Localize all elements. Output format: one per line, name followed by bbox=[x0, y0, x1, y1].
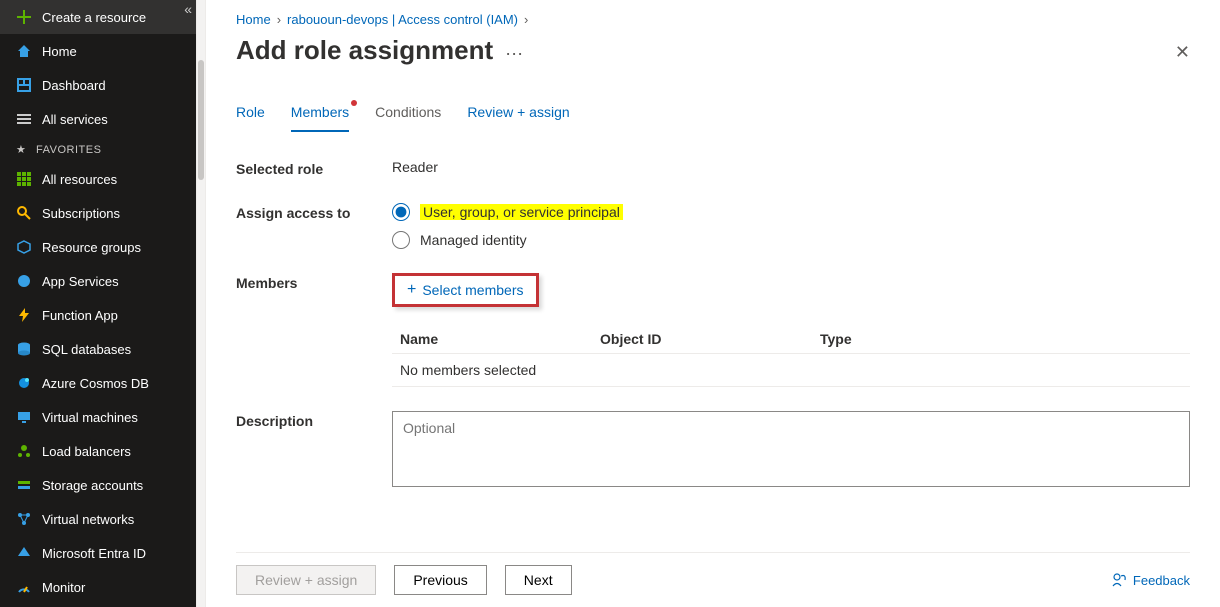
nav-label: Resource groups bbox=[42, 240, 141, 255]
lightning-icon bbox=[16, 307, 32, 323]
col-type: Type bbox=[820, 331, 980, 347]
nav-label: Function App bbox=[42, 308, 118, 323]
nav-function-app[interactable]: Function App bbox=[0, 298, 196, 332]
nav-label: Dashboard bbox=[42, 78, 106, 93]
scrollbar-gutter[interactable] bbox=[196, 0, 206, 607]
nav-storage-accounts[interactable]: Storage accounts bbox=[0, 468, 196, 502]
empty-row: No members selected bbox=[392, 353, 1190, 387]
nav-label: Monitor bbox=[42, 580, 85, 595]
previous-button[interactable]: Previous bbox=[394, 565, 486, 595]
star-icon: ★ bbox=[16, 143, 26, 156]
select-members-button[interactable]: + Select members bbox=[392, 273, 539, 307]
nav-label: App Services bbox=[42, 274, 119, 289]
more-actions-icon[interactable]: ⋯ bbox=[505, 44, 524, 65]
review-assign-button: Review + assign bbox=[236, 565, 376, 595]
nav-label: Microsoft Entra ID bbox=[42, 546, 146, 561]
selected-role-label: Selected role bbox=[236, 159, 392, 177]
assign-access-label: Assign access to bbox=[236, 203, 392, 259]
page-title: Add role assignment bbox=[236, 35, 493, 66]
nav-label: Azure Cosmos DB bbox=[42, 376, 149, 391]
network-icon bbox=[16, 511, 32, 527]
nav-label: Storage accounts bbox=[42, 478, 143, 493]
nav-all-resources[interactable]: All resources bbox=[0, 162, 196, 196]
members-label: Members bbox=[236, 273, 392, 387]
cosmos-icon bbox=[16, 375, 32, 391]
breadcrumb-home[interactable]: Home bbox=[236, 12, 271, 27]
plus-icon: + bbox=[407, 283, 416, 297]
nav-subscriptions[interactable]: Subscriptions bbox=[0, 196, 196, 230]
breadcrumb-item[interactable]: rabououn-devops | Access control (IAM) bbox=[287, 12, 518, 27]
nav-label: Home bbox=[42, 44, 77, 59]
radio-managed-identity[interactable]: Managed identity bbox=[392, 231, 1190, 249]
nav-dashboard[interactable]: Dashboard bbox=[0, 68, 196, 102]
footer: Review + assign Previous Next Feedback bbox=[236, 552, 1190, 595]
gauge-icon bbox=[16, 579, 32, 595]
grid-icon bbox=[16, 171, 32, 187]
radio-user-group-sp[interactable]: User, group, or service principal bbox=[392, 203, 1190, 221]
selected-role-value: Reader bbox=[392, 159, 1190, 177]
monitor-icon bbox=[16, 409, 32, 425]
sidebar: « Create a resource Home Dashboard All s… bbox=[0, 0, 196, 607]
close-icon[interactable]: ✕ bbox=[1175, 42, 1190, 63]
nav-label: Subscriptions bbox=[42, 206, 120, 221]
next-button[interactable]: Next bbox=[505, 565, 572, 595]
favorites-header: ★ FAVORITES bbox=[0, 136, 196, 162]
tab-conditions[interactable]: Conditions bbox=[375, 100, 441, 132]
nav-label: SQL databases bbox=[42, 342, 131, 357]
key-icon bbox=[16, 205, 32, 221]
nav-home[interactable]: Home bbox=[0, 34, 196, 68]
collapse-sidebar-icon[interactable]: « bbox=[184, 1, 192, 17]
col-object-id: Object ID bbox=[600, 331, 820, 347]
main-content: Home › rabououn-devops | Access control … bbox=[206, 0, 1220, 607]
nav-label: All services bbox=[42, 112, 108, 127]
storage-icon bbox=[16, 477, 32, 493]
chevron-right-icon: › bbox=[524, 12, 528, 27]
tabs: Role Members Conditions Review + assign bbox=[236, 100, 1190, 133]
dashboard-icon bbox=[16, 77, 32, 93]
home-icon bbox=[16, 43, 32, 59]
nav-label: Virtual networks bbox=[42, 512, 134, 527]
nav-load-balancers[interactable]: Load balancers bbox=[0, 434, 196, 468]
tab-members[interactable]: Members bbox=[291, 100, 349, 132]
entra-icon bbox=[16, 545, 32, 561]
col-name: Name bbox=[400, 331, 600, 347]
chevron-right-icon: › bbox=[277, 12, 281, 27]
loadbalancer-icon bbox=[16, 443, 32, 459]
radio-label: Managed identity bbox=[420, 232, 527, 248]
nav-monitor[interactable]: Monitor bbox=[0, 570, 196, 604]
nav-app-services[interactable]: App Services bbox=[0, 264, 196, 298]
nav-cosmos-db[interactable]: Azure Cosmos DB bbox=[0, 366, 196, 400]
nav-resource-groups[interactable]: Resource groups bbox=[0, 230, 196, 264]
radio-input[interactable] bbox=[392, 231, 410, 249]
nav-virtual-machines[interactable]: Virtual machines bbox=[0, 400, 196, 434]
description-label: Description bbox=[236, 411, 392, 490]
person-icon bbox=[1111, 572, 1127, 588]
radio-label: User, group, or service principal bbox=[420, 204, 623, 220]
nav-label: Load balancers bbox=[42, 444, 131, 459]
nav-create-resource[interactable]: Create a resource bbox=[0, 0, 196, 34]
members-table: Name Object ID Type No members selected bbox=[392, 325, 1190, 387]
tab-role[interactable]: Role bbox=[236, 100, 265, 132]
cube-icon bbox=[16, 239, 32, 255]
nav-sql-databases[interactable]: SQL databases bbox=[0, 332, 196, 366]
nav-label: All resources bbox=[42, 172, 117, 187]
list-icon bbox=[16, 111, 32, 127]
globe-icon bbox=[16, 273, 32, 289]
database-icon bbox=[16, 341, 32, 357]
nav-virtual-networks[interactable]: Virtual networks bbox=[0, 502, 196, 536]
tab-review-assign[interactable]: Review + assign bbox=[467, 100, 569, 132]
description-input[interactable] bbox=[392, 411, 1190, 487]
radio-input[interactable] bbox=[392, 203, 410, 221]
feedback-link[interactable]: Feedback bbox=[1111, 572, 1190, 588]
plus-icon bbox=[16, 9, 32, 25]
nav-label: Create a resource bbox=[42, 10, 146, 25]
nav-entra-id[interactable]: Microsoft Entra ID bbox=[0, 536, 196, 570]
nav-all-services[interactable]: All services bbox=[0, 102, 196, 136]
breadcrumb: Home › rabououn-devops | Access control … bbox=[236, 0, 1190, 35]
nav-label: Virtual machines bbox=[42, 410, 138, 425]
dirty-indicator-icon bbox=[351, 100, 357, 106]
